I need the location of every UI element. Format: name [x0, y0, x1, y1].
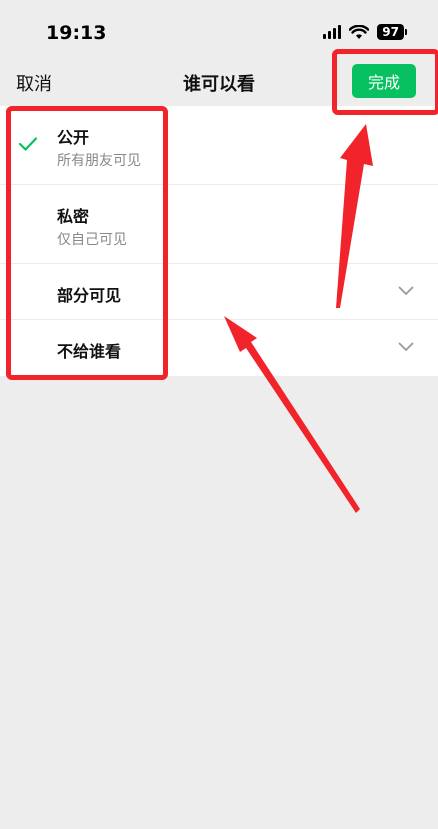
option-desc: 仅自己可见	[57, 232, 127, 248]
visibility-options: 公开 所有朋友可见 私密 仅自己可见 部分可见 不给谁看	[0, 106, 438, 376]
status-time: 19:13	[46, 22, 107, 44]
option-private[interactable]: 私密 仅自己可见	[0, 185, 438, 264]
option-partial-visible[interactable]: 部分可见	[0, 264, 438, 320]
option-label: 部分可见	[57, 286, 122, 305]
chevron-down-icon	[398, 342, 414, 351]
option-label: 公开	[57, 128, 90, 147]
nav-bar: 取消 谁可以看 完成	[0, 58, 438, 106]
option-label: 私密	[57, 207, 90, 226]
option-desc: 所有朋友可见	[57, 153, 141, 169]
option-public[interactable]: 公开 所有朋友可见	[0, 106, 438, 185]
option-hide-from[interactable]: 不给谁看	[0, 320, 438, 376]
done-button[interactable]: 完成	[352, 64, 416, 98]
battery-icon: 97	[377, 24, 407, 40]
check-icon	[18, 137, 38, 151]
option-label: 不给谁看	[57, 342, 122, 361]
wifi-icon	[349, 24, 370, 39]
status-bar: 19:13 97	[0, 0, 438, 64]
status-icons: 97	[323, 24, 407, 40]
chevron-down-icon	[398, 286, 414, 295]
signal-icon	[323, 25, 342, 39]
